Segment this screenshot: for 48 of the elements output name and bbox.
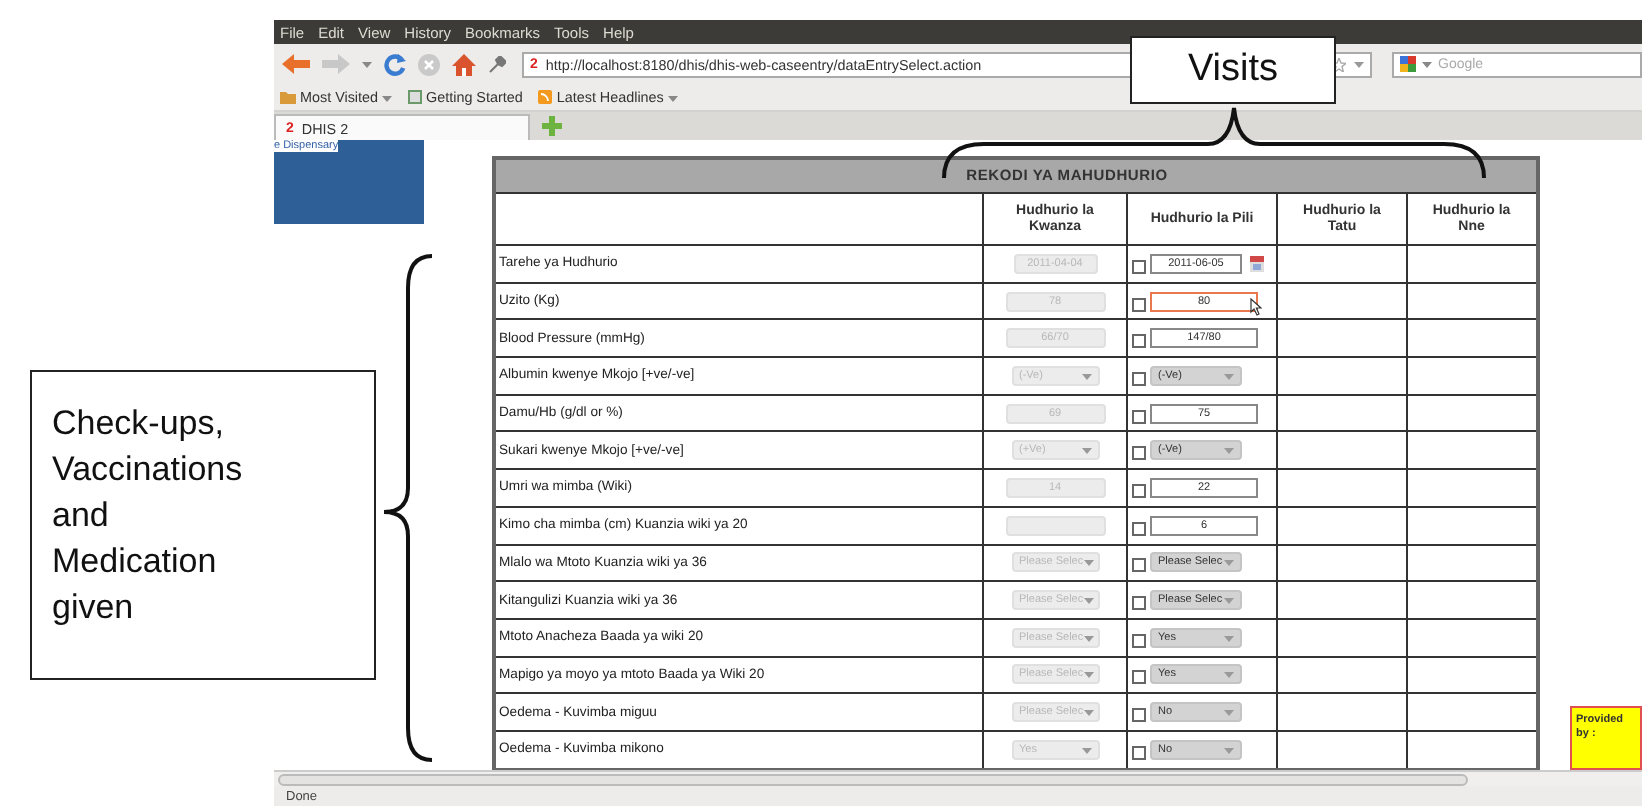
caret-icon — [1083, 633, 1094, 642]
search-engine-icon[interactable] — [1400, 56, 1416, 72]
checkbox[interactable] — [1132, 521, 1146, 536]
checkbox[interactable] — [1132, 708, 1146, 723]
caret-icon — [1224, 446, 1234, 455]
caret-icon[interactable] — [667, 93, 678, 101]
callout-tooltip: Check-ups, Vaccinations and Medication given — [30, 370, 376, 680]
caret-icon — [1083, 558, 1094, 567]
input-field[interactable] — [1005, 515, 1105, 536]
caret-icon[interactable] — [382, 93, 393, 101]
checkbox[interactable] — [1132, 297, 1146, 312]
checkbox[interactable] — [1132, 558, 1146, 573]
calendar-icon[interactable] — [1250, 255, 1264, 272]
caret-icon — [1224, 670, 1234, 679]
caret-icon — [1081, 446, 1091, 455]
tool-icon[interactable] — [488, 55, 506, 73]
home-icon[interactable] — [452, 53, 476, 75]
checkbox[interactable] — [1132, 483, 1146, 498]
callout-tooltip: Visits — [1130, 36, 1336, 104]
caret-icon — [1083, 708, 1094, 717]
checkbox[interactable] — [1132, 596, 1146, 611]
checkbox[interactable] — [1132, 633, 1146, 648]
caret-icon — [1083, 670, 1094, 679]
caret-icon — [1224, 708, 1234, 717]
reload-icon[interactable] — [384, 53, 406, 75]
caret-icon — [1224, 633, 1234, 642]
caret-icon — [1081, 371, 1091, 380]
caret-icon — [1224, 371, 1234, 380]
folder-icon — [280, 90, 296, 104]
caret-icon — [1224, 745, 1234, 754]
caret-icon[interactable] — [362, 60, 372, 68]
checkbox[interactable] — [1132, 670, 1146, 685]
caret-icon[interactable] — [1422, 60, 1432, 68]
checkbox[interactable] — [1132, 259, 1146, 274]
checkbox[interactable] — [1132, 334, 1146, 349]
caret-icon — [1083, 596, 1094, 605]
feed-icon — [538, 90, 553, 104]
caret-icon — [1081, 745, 1091, 754]
caret-icon — [1224, 558, 1234, 567]
caret-icon — [1224, 596, 1234, 605]
checkbox[interactable] — [1132, 745, 1146, 760]
checkbox[interactable] — [1132, 371, 1146, 386]
back-icon[interactable] — [282, 54, 310, 74]
scrollbar[interactable] — [278, 773, 1468, 785]
checkbox[interactable] — [1132, 446, 1146, 461]
page-icon — [408, 90, 423, 104]
checkbox[interactable] — [1132, 409, 1146, 424]
caret-icon[interactable] — [1354, 60, 1364, 68]
